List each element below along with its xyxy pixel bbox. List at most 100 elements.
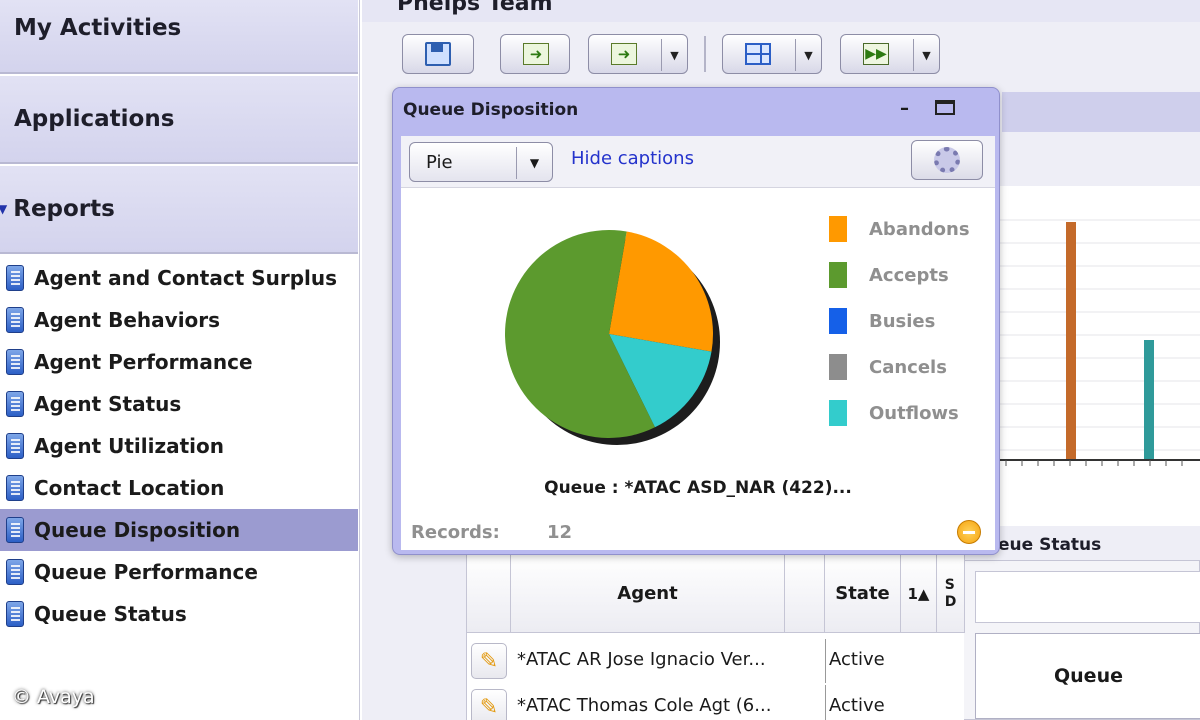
save-icon <box>425 42 451 66</box>
run-menu-button[interactable]: ▶▶ ▼ <box>840 34 940 74</box>
chart-bar <box>1144 340 1154 460</box>
queue-column-header[interactable]: Queue <box>975 633 1200 719</box>
report-document-icon <box>6 349 24 375</box>
legend-swatch <box>829 262 847 288</box>
agent-table: Agent State 1▲ S D ✎ *ATAC AR Jose Ignac… <box>466 555 965 720</box>
report-document-icon <box>6 265 24 291</box>
pencil-edit-icon[interactable]: ✎ <box>471 643 507 679</box>
report-item-label: Queue Disposition <box>34 518 241 542</box>
layout-menu-button[interactable]: ▼ <box>722 34 822 74</box>
report-item-queue-disposition[interactable]: Queue Disposition <box>0 509 358 551</box>
chevron-down-icon[interactable]: ▼ <box>661 39 687 71</box>
queue-status-header <box>975 571 1200 623</box>
report-item-agent-utilization[interactable]: Agent Utilization <box>0 425 358 467</box>
applications-label: Applications <box>14 106 175 132</box>
legend-item-busies[interactable]: Busies <box>829 298 970 344</box>
remove-icon[interactable] <box>957 520 981 544</box>
export-arrow-icon: ➜ <box>523 43 549 65</box>
chevron-down-icon[interactable]: ▼ <box>795 39 821 71</box>
chevron-down-icon[interactable]: ▼ <box>913 39 939 71</box>
chart-bar <box>1066 222 1076 460</box>
agent-column-header[interactable]: Agent <box>511 555 785 633</box>
window-title: Queue Disposition <box>403 100 579 120</box>
state-cell: Active <box>829 649 885 670</box>
export-menu-button[interactable]: ➜ ▼ <box>588 34 688 74</box>
legend-label: Abandons <box>869 218 970 240</box>
legend-label: Busies <box>869 310 936 332</box>
my-activities-label: My Activities <box>14 15 182 41</box>
report-document-icon <box>6 517 24 543</box>
report-document-icon <box>6 559 24 585</box>
legend-label: Cancels <box>869 356 947 378</box>
team-title: Phelps Team <box>397 0 553 16</box>
queue-caption: Queue : *ATAC ASD_NAR (422)... <box>544 478 852 498</box>
report-item-agent-contact-surplus[interactable]: Agent and Contact Surplus <box>0 257 358 299</box>
edit-column-header <box>467 555 511 633</box>
report-list: Agent and Contact Surplus Agent Behavior… <box>0 257 358 635</box>
hide-captions-link[interactable]: Hide captions <box>571 148 694 169</box>
legend-swatch <box>829 308 847 334</box>
state-column-header[interactable]: State <box>825 555 901 633</box>
report-document-icon <box>6 601 24 627</box>
blank-column-header <box>785 555 825 633</box>
chart-legend: Abandons Accepts Busies Cancels Outflows <box>829 206 970 436</box>
chart-type-select[interactable]: Pie ▼ <box>409 142 553 182</box>
gear-icon <box>934 147 960 173</box>
report-document-icon <box>6 307 24 333</box>
grid-layout-icon <box>745 43 771 65</box>
report-item-label: Agent Performance <box>34 350 253 374</box>
minimize-icon[interactable]: – <box>900 98 909 119</box>
pie-chart <box>505 230 720 445</box>
export-document-icon: ➜ <box>611 43 637 65</box>
legend-item-outflows[interactable]: Outflows <box>829 390 970 436</box>
report-item-queue-status[interactable]: Queue Status <box>0 593 358 635</box>
reports-section[interactable]: ▼ Reports <box>0 166 358 254</box>
settings-button[interactable] <box>911 140 983 180</box>
state-cell: Active <box>829 695 885 716</box>
report-item-label: Queue Status <box>34 602 187 626</box>
report-item-label: Agent Status <box>34 392 182 416</box>
report-item-agent-behaviors[interactable]: Agent Behaviors <box>0 299 358 341</box>
save-button[interactable] <box>402 34 474 74</box>
chart-type-value: Pie <box>426 151 453 173</box>
agent-cell: *ATAC Thomas Cole Agt (6... <box>517 695 772 716</box>
legend-item-accepts[interactable]: Accepts <box>829 252 970 298</box>
queue-disposition-window: Queue Disposition – Pie ▼ Hide captions … <box>392 87 1000 555</box>
records-label: Records: <box>411 522 500 543</box>
window-body: Pie ▼ Hide captions Abandons Accepts Busie… <box>401 136 995 550</box>
report-document-icon <box>6 475 24 501</box>
chart-controls: Pie ▼ Hide captions <box>401 136 995 188</box>
legend-swatch <box>829 400 847 426</box>
legend-label: Accepts <box>869 264 949 286</box>
legend-label: Outflows <box>869 402 959 424</box>
report-document-icon <box>6 391 24 417</box>
legend-swatch <box>829 354 847 380</box>
table-row[interactable]: ✎ *ATAC Thomas Cole Agt (6... Active <box>467 685 965 720</box>
report-item-agent-performance[interactable]: Agent Performance <box>0 341 358 383</box>
fast-forward-icon: ▶▶ <box>863 43 889 65</box>
copyright-watermark: © Avaya <box>12 686 95 708</box>
applications-section[interactable]: Applications <box>0 76 358 164</box>
queue-status-panel: Queue <box>962 560 1200 720</box>
table-row[interactable]: ✎ *ATAC AR Jose Ignacio Ver... Active <box>467 639 965 683</box>
background-panel-header <box>1002 92 1200 132</box>
maximize-icon[interactable] <box>935 100 955 115</box>
navigation-sidebar: My Activities Applications ▼ Reports Age… <box>0 0 360 720</box>
report-item-label: Queue Performance <box>34 560 258 584</box>
export-button[interactable]: ➜ <box>500 34 570 74</box>
chevron-down-icon[interactable]: ▼ <box>516 147 552 179</box>
report-item-agent-status[interactable]: Agent Status <box>0 383 358 425</box>
pie-slice-abandons[interactable] <box>609 231 713 352</box>
report-item-label: Agent and Contact Surplus <box>34 266 338 290</box>
report-item-contact-location[interactable]: Contact Location <box>0 467 358 509</box>
legend-item-cancels[interactable]: Cancels <box>829 344 970 390</box>
reports-label: Reports <box>13 196 115 222</box>
pencil-edit-icon[interactable]: ✎ <box>471 689 507 720</box>
truncated-column-header[interactable]: S D <box>937 555 965 633</box>
report-item-label: Agent Behaviors <box>34 308 221 332</box>
report-document-icon <box>6 433 24 459</box>
my-activities-section[interactable]: My Activities <box>0 0 358 74</box>
legend-item-abandons[interactable]: Abandons <box>829 206 970 252</box>
report-item-queue-performance[interactable]: Queue Performance <box>0 551 358 593</box>
sort-indicator[interactable]: 1▲ <box>901 555 937 633</box>
